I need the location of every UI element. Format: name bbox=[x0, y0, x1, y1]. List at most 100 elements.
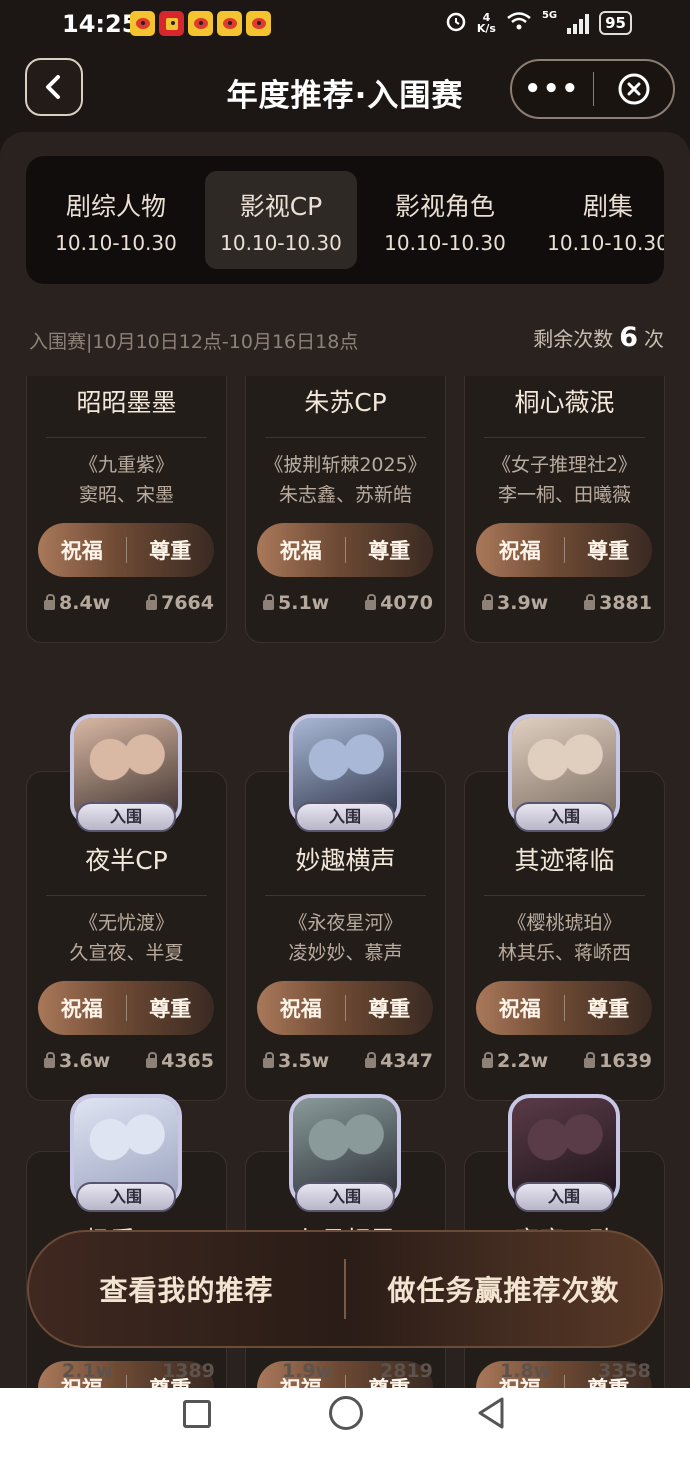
vote-stats: 5.1w 4070 bbox=[263, 592, 433, 614]
vote-stats: 3.6w 4365 bbox=[44, 1050, 214, 1072]
bless-count: 3.9w bbox=[482, 592, 548, 614]
tab-film-cp[interactable]: 影视CP 10.10-10.30 bbox=[205, 171, 357, 269]
remaining-unit: 次 bbox=[644, 327, 664, 351]
ghost-stat: 3358 bbox=[598, 1360, 651, 1382]
divider bbox=[265, 437, 426, 438]
home-icon[interactable] bbox=[329, 1396, 363, 1430]
divider bbox=[265, 895, 426, 896]
nominee-work: 《披荆斩棘2025》 bbox=[264, 454, 427, 476]
nominee-work: 《无忧渡》 bbox=[78, 912, 174, 934]
finalist-badge: 入围 bbox=[76, 1182, 176, 1212]
vote-stats: 3.5w 4347 bbox=[263, 1050, 433, 1072]
more-button[interactable]: ••• bbox=[512, 74, 593, 104]
lock-icon bbox=[584, 1052, 596, 1068]
close-button[interactable] bbox=[594, 72, 673, 106]
tab-date: 10.10-10.30 bbox=[55, 231, 177, 255]
lock-icon bbox=[44, 594, 55, 610]
bless-count: 3.5w bbox=[263, 1050, 329, 1072]
respect-button[interactable]: 尊重 bbox=[346, 993, 434, 1023]
recent-apps-icon[interactable] bbox=[183, 1400, 211, 1428]
bless-button[interactable]: 祝福 bbox=[38, 993, 126, 1023]
tab-drama-people[interactable]: 剧综人物 10.10-10.30 bbox=[40, 171, 192, 269]
nominee-name: 朱苏CP bbox=[304, 388, 387, 417]
lock-icon bbox=[44, 1052, 55, 1068]
finalist-badge: 入围 bbox=[514, 802, 614, 832]
vote-buttons: 祝福尊重 bbox=[257, 523, 433, 577]
bless-button[interactable]: 祝福 bbox=[38, 535, 126, 565]
weibo-notification-icon bbox=[130, 11, 155, 36]
tab-film-role[interactable]: 影视角色 10.10-10.30 bbox=[369, 171, 521, 269]
vote-buttons: 祝福尊重 bbox=[38, 523, 214, 577]
nominee-name: 桐心薇泯 bbox=[514, 388, 615, 417]
nominee-name: 妙趣横声 bbox=[295, 846, 396, 875]
finalist-badge: 入围 bbox=[76, 802, 176, 832]
nominee-actors: 久宣夜、半夏 bbox=[69, 942, 184, 964]
respect-button[interactable]: 尊重 bbox=[346, 535, 434, 565]
respect-button[interactable]: 尊重 bbox=[127, 993, 215, 1023]
nominee-actors: 窦昭、宋墨 bbox=[78, 484, 174, 506]
bottom-action-bar: 查看我的推荐 做任务赢推荐次数 bbox=[27, 1230, 663, 1348]
weibo-notification-icon bbox=[246, 11, 271, 36]
bless-button[interactable]: 祝福 bbox=[476, 993, 564, 1023]
respect-button[interactable]: 尊重 bbox=[127, 535, 215, 565]
alarm-icon bbox=[445, 10, 467, 36]
vote-stats: 8.4w 7664 bbox=[44, 592, 214, 614]
bless-button[interactable]: 祝福 bbox=[257, 993, 345, 1023]
bless-count: 8.4w bbox=[44, 592, 110, 614]
nominee-work: 《樱桃琥珀》 bbox=[507, 912, 622, 934]
respect-button[interactable]: 尊重 bbox=[565, 993, 653, 1023]
mini-program-capsule: ••• bbox=[510, 59, 675, 119]
nominee-work: 《女子推理社2》 bbox=[491, 454, 638, 476]
battery-icon: 95 bbox=[599, 11, 632, 35]
back-triangle-icon[interactable] bbox=[476, 1396, 506, 1430]
vote-stats: 2.2w 1639 bbox=[482, 1050, 652, 1072]
category-tabs: 剧综人物 10.10-10.30 影视CP 10.10-10.30 影视角色 1… bbox=[26, 156, 664, 284]
nominee-name: 昭昭墨墨 bbox=[76, 388, 177, 417]
vote-buttons: 祝福尊重 bbox=[476, 981, 652, 1035]
ghost-stat: 2819 bbox=[380, 1360, 433, 1382]
ghost-stat: 1.9w bbox=[282, 1360, 334, 1382]
system-icons: 4 K/s 5G 95 bbox=[445, 10, 632, 36]
respect-count: 1639 bbox=[584, 1050, 652, 1072]
lock-icon bbox=[263, 594, 274, 610]
status-bar: 14:25 4 K/s 5G 95 bbox=[0, 0, 690, 52]
earn-votes-button[interactable]: 做任务赢推荐次数 bbox=[346, 1269, 661, 1309]
header: 年度推荐·入围赛 ••• bbox=[0, 58, 690, 120]
bless-button[interactable]: 祝福 bbox=[257, 535, 345, 565]
respect-count: 7664 bbox=[146, 592, 214, 614]
finalist-badge: 入围 bbox=[295, 1182, 395, 1212]
clock: 14:25 bbox=[62, 10, 139, 38]
lock-icon bbox=[482, 1052, 493, 1068]
ghost-stat: 1389 bbox=[162, 1360, 215, 1382]
respect-count: 4365 bbox=[146, 1050, 214, 1072]
tab-date: 10.10-10.30 bbox=[220, 231, 342, 255]
ghost-stat: 1.8w bbox=[500, 1360, 552, 1382]
vote-buttons: 祝福尊重 bbox=[257, 981, 433, 1035]
respect-count: 3881 bbox=[584, 592, 652, 614]
tab-date: 10.10-10.30 bbox=[547, 231, 664, 255]
remaining-votes: 剩余次数 6 次 bbox=[533, 322, 664, 353]
notification-icons bbox=[130, 11, 271, 36]
divider bbox=[484, 895, 645, 896]
vote-buttons: 祝福尊重 bbox=[38, 981, 214, 1035]
divider bbox=[46, 437, 207, 438]
tab-series[interactable]: 剧集 10.10-10.30 bbox=[532, 171, 664, 269]
finalist-badge: 入围 bbox=[514, 1182, 614, 1212]
respect-button[interactable]: 尊重 bbox=[565, 535, 653, 565]
bless-button[interactable]: 祝福 bbox=[476, 535, 564, 565]
lock-icon bbox=[365, 594, 377, 610]
nominee-name: 其迹蒋临 bbox=[514, 846, 615, 875]
nominee-actors: 朱志鑫、苏新皓 bbox=[278, 484, 412, 506]
tab-label: 影视CP bbox=[239, 192, 323, 221]
nominee-work: 《九重紫》 bbox=[78, 454, 174, 476]
divider bbox=[484, 437, 645, 438]
signal-icon bbox=[567, 12, 590, 34]
respect-count: 4347 bbox=[365, 1050, 433, 1072]
my-recommendations-button[interactable]: 查看我的推荐 bbox=[29, 1269, 344, 1309]
lock-icon bbox=[584, 594, 596, 610]
weibo-notification-icon bbox=[217, 11, 242, 36]
nominee-actors: 林其乐、蒋峤西 bbox=[497, 942, 631, 964]
finalist-badge: 入围 bbox=[295, 802, 395, 832]
nominee-name: 夜半CP bbox=[85, 846, 168, 875]
vote-buttons: 祝福尊重 bbox=[476, 523, 652, 577]
